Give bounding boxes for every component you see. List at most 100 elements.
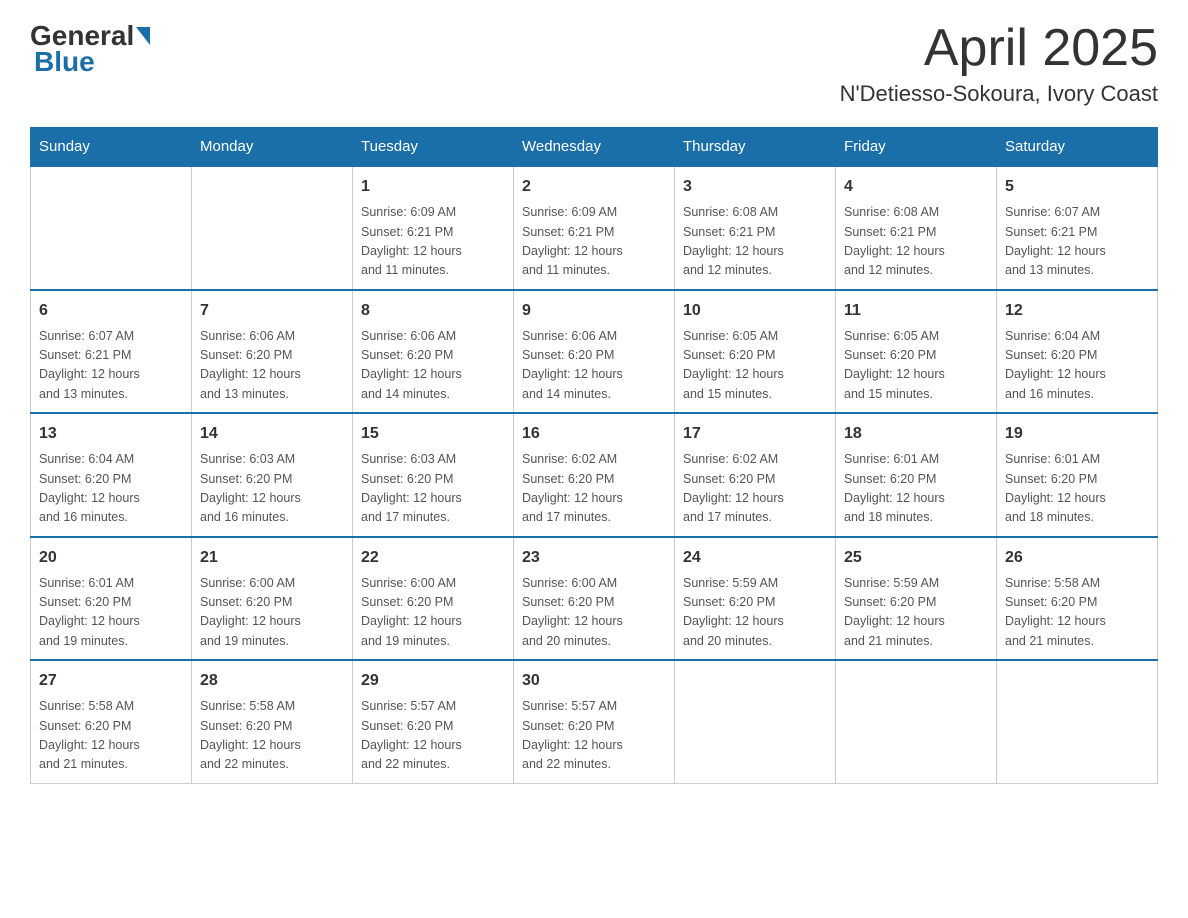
calendar-cell: 16 Sunrise: 6:02 AM Sunset: 6:20 PM Dayli…	[514, 413, 675, 537]
calendar-cell: 3 Sunrise: 6:08 AM Sunset: 6:21 PM Daylig…	[675, 166, 836, 290]
day-number: 9	[522, 299, 666, 323]
calendar-cell: 13Sunrise: 6:04 AM Sunset: 6:20 PM Dayli…	[31, 413, 192, 537]
day-info: Sunrise: 6:04 AM Sunset: 6:20 PM Dayligh…	[39, 450, 183, 528]
day-info: Sunrise: 5:59 AM Sunset: 6:20 PM Dayligh…	[844, 574, 988, 652]
location-title: N'Detiesso-Sokoura, Ivory Coast	[840, 81, 1158, 107]
day-info: Sunrise: 5:58 AM Sunset: 6:20 PM Dayligh…	[200, 697, 344, 775]
day-number: 8	[361, 299, 505, 323]
calendar-cell: 1 Sunrise: 6:09 AM Sunset: 6:21 PM Daylig…	[353, 166, 514, 290]
day-info: Sunrise: 6:01 AM Sunset: 6:20 PM Dayligh…	[39, 574, 183, 652]
logo: General Blue	[30, 20, 152, 78]
day-number: 18	[844, 422, 988, 446]
header-thursday: Thursday	[675, 128, 836, 167]
header-saturday: Saturday	[997, 128, 1158, 167]
week-row-3: 13Sunrise: 6:04 AM Sunset: 6:20 PM Dayli…	[31, 413, 1158, 537]
calendar-cell: 10Sunrise: 6:05 AM Sunset: 6:20 PM Dayli…	[675, 290, 836, 414]
day-info: Sunrise: 6:00 AM Sunset: 6:20 PM Dayligh…	[522, 574, 666, 652]
day-number: 16	[522, 422, 666, 446]
day-info: Sunrise: 6:07 AM Sunset: 6:21 PM Dayligh…	[1005, 203, 1149, 281]
calendar-cell	[997, 660, 1158, 783]
day-info: Sunrise: 5:58 AM Sunset: 6:20 PM Dayligh…	[1005, 574, 1149, 652]
day-info: Sunrise: 5:57 AM Sunset: 6:20 PM Dayligh…	[361, 697, 505, 775]
calendar-cell: 15 Sunrise: 6:03 AM Sunset: 6:20 PM Dayli…	[353, 413, 514, 537]
day-number: 4	[844, 175, 988, 199]
week-row-5: 27 Sunrise: 5:58 AM Sunset: 6:20 PM Dayli…	[31, 660, 1158, 783]
day-number: 20	[39, 546, 183, 570]
calendar-cell: 27Sunrise: 5:58 AM Sunset: 6:20 PM Dayli…	[31, 660, 192, 783]
day-info: Sunrise: 6:00 AM Sunset: 6:20 PM Dayligh…	[200, 574, 344, 652]
day-number: 21	[200, 546, 344, 570]
day-number: 26	[1005, 546, 1149, 570]
day-info: Sunrise: 6:00 AM Sunset: 6:20 PM Dayligh…	[361, 574, 505, 652]
calendar-cell	[31, 166, 192, 290]
day-number: 10	[683, 299, 827, 323]
day-info: Sunrise: 6:06 AM Sunset: 6:20 PM Dayligh…	[522, 327, 666, 405]
day-number: 23	[522, 546, 666, 570]
calendar-cell: 5 Sunrise: 6:07 AM Sunset: 6:21 PM Daylig…	[997, 166, 1158, 290]
day-info: Sunrise: 6:02 AM Sunset: 6:20 PM Dayligh…	[683, 450, 827, 528]
header-tuesday: Tuesday	[353, 128, 514, 167]
day-info: Sunrise: 5:59 AM Sunset: 6:20 PM Dayligh…	[683, 574, 827, 652]
calendar-cell	[675, 660, 836, 783]
day-number: 3	[683, 175, 827, 199]
day-number: 19	[1005, 422, 1149, 446]
calendar-cell: 7Sunrise: 6:06 AM Sunset: 6:20 PM Daylig…	[192, 290, 353, 414]
title-area: April 2025 N'Detiesso-Sokoura, Ivory Coa…	[840, 20, 1158, 107]
day-number: 15	[361, 422, 505, 446]
day-info: Sunrise: 6:07 AM Sunset: 6:21 PM Dayligh…	[39, 327, 183, 405]
calendar-cell	[192, 166, 353, 290]
day-info: Sunrise: 6:02 AM Sunset: 6:20 PM Dayligh…	[522, 450, 666, 528]
day-info: Sunrise: 6:09 AM Sunset: 6:21 PM Dayligh…	[522, 203, 666, 281]
day-number: 5	[1005, 175, 1149, 199]
calendar-cell	[836, 660, 997, 783]
day-info: Sunrise: 6:06 AM Sunset: 6:20 PM Dayligh…	[200, 327, 344, 405]
calendar-cell: 11 Sunrise: 6:05 AM Sunset: 6:20 PM Dayli…	[836, 290, 997, 414]
day-number: 25	[844, 546, 988, 570]
day-info: Sunrise: 6:01 AM Sunset: 6:20 PM Dayligh…	[1005, 450, 1149, 528]
calendar-cell: 29 Sunrise: 5:57 AM Sunset: 6:20 PM Dayli…	[353, 660, 514, 783]
day-number: 29	[361, 669, 505, 693]
calendar-cell: 30 Sunrise: 5:57 AM Sunset: 6:20 PM Dayli…	[514, 660, 675, 783]
day-number: 2	[522, 175, 666, 199]
day-number: 24	[683, 546, 827, 570]
header-friday: Friday	[836, 128, 997, 167]
day-number: 30	[522, 669, 666, 693]
calendar-cell: 6Sunrise: 6:07 AM Sunset: 6:21 PM Daylig…	[31, 290, 192, 414]
calendar-cell: 24 Sunrise: 5:59 AM Sunset: 6:20 PM Dayli…	[675, 537, 836, 661]
logo-arrow-icon	[136, 27, 150, 45]
calendar-cell: 9 Sunrise: 6:06 AM Sunset: 6:20 PM Daylig…	[514, 290, 675, 414]
week-row-2: 6Sunrise: 6:07 AM Sunset: 6:21 PM Daylig…	[31, 290, 1158, 414]
week-row-1: 1 Sunrise: 6:09 AM Sunset: 6:21 PM Daylig…	[31, 166, 1158, 290]
calendar-cell: 28 Sunrise: 5:58 AM Sunset: 6:20 PM Dayli…	[192, 660, 353, 783]
calendar-cell: 25 Sunrise: 5:59 AM Sunset: 6:20 PM Dayli…	[836, 537, 997, 661]
day-info: Sunrise: 6:03 AM Sunset: 6:20 PM Dayligh…	[200, 450, 344, 528]
day-info: Sunrise: 6:08 AM Sunset: 6:21 PM Dayligh…	[683, 203, 827, 281]
day-number: 17	[683, 422, 827, 446]
day-info: Sunrise: 6:03 AM Sunset: 6:20 PM Dayligh…	[361, 450, 505, 528]
logo-blue-text: Blue	[34, 46, 95, 78]
day-info: Sunrise: 6:05 AM Sunset: 6:20 PM Dayligh…	[844, 327, 988, 405]
calendar-cell: 18 Sunrise: 6:01 AM Sunset: 6:20 PM Dayli…	[836, 413, 997, 537]
calendar-cell: 19 Sunrise: 6:01 AM Sunset: 6:20 PM Dayli…	[997, 413, 1158, 537]
week-row-4: 20 Sunrise: 6:01 AM Sunset: 6:20 PM Dayli…	[31, 537, 1158, 661]
day-info: Sunrise: 5:57 AM Sunset: 6:20 PM Dayligh…	[522, 697, 666, 775]
calendar-cell: 12Sunrise: 6:04 AM Sunset: 6:20 PM Dayli…	[997, 290, 1158, 414]
day-info: Sunrise: 6:08 AM Sunset: 6:21 PM Dayligh…	[844, 203, 988, 281]
month-title: April 2025	[840, 20, 1158, 77]
day-number: 27	[39, 669, 183, 693]
day-info: Sunrise: 6:01 AM Sunset: 6:20 PM Dayligh…	[844, 450, 988, 528]
calendar-cell: 8Sunrise: 6:06 AM Sunset: 6:20 PM Daylig…	[353, 290, 514, 414]
day-number: 28	[200, 669, 344, 693]
day-number: 11	[844, 299, 988, 323]
calendar-cell: 23 Sunrise: 6:00 AM Sunset: 6:20 PM Dayli…	[514, 537, 675, 661]
day-info: Sunrise: 6:09 AM Sunset: 6:21 PM Dayligh…	[361, 203, 505, 281]
day-number: 1	[361, 175, 505, 199]
header-monday: Monday	[192, 128, 353, 167]
day-number: 22	[361, 546, 505, 570]
header-row: Sunday Monday Tuesday Wednesday Thursday…	[31, 128, 1158, 167]
header-wednesday: Wednesday	[514, 128, 675, 167]
day-number: 14	[200, 422, 344, 446]
day-info: Sunrise: 6:04 AM Sunset: 6:20 PM Dayligh…	[1005, 327, 1149, 405]
header-sunday: Sunday	[31, 128, 192, 167]
calendar-cell: 20 Sunrise: 6:01 AM Sunset: 6:20 PM Dayli…	[31, 537, 192, 661]
